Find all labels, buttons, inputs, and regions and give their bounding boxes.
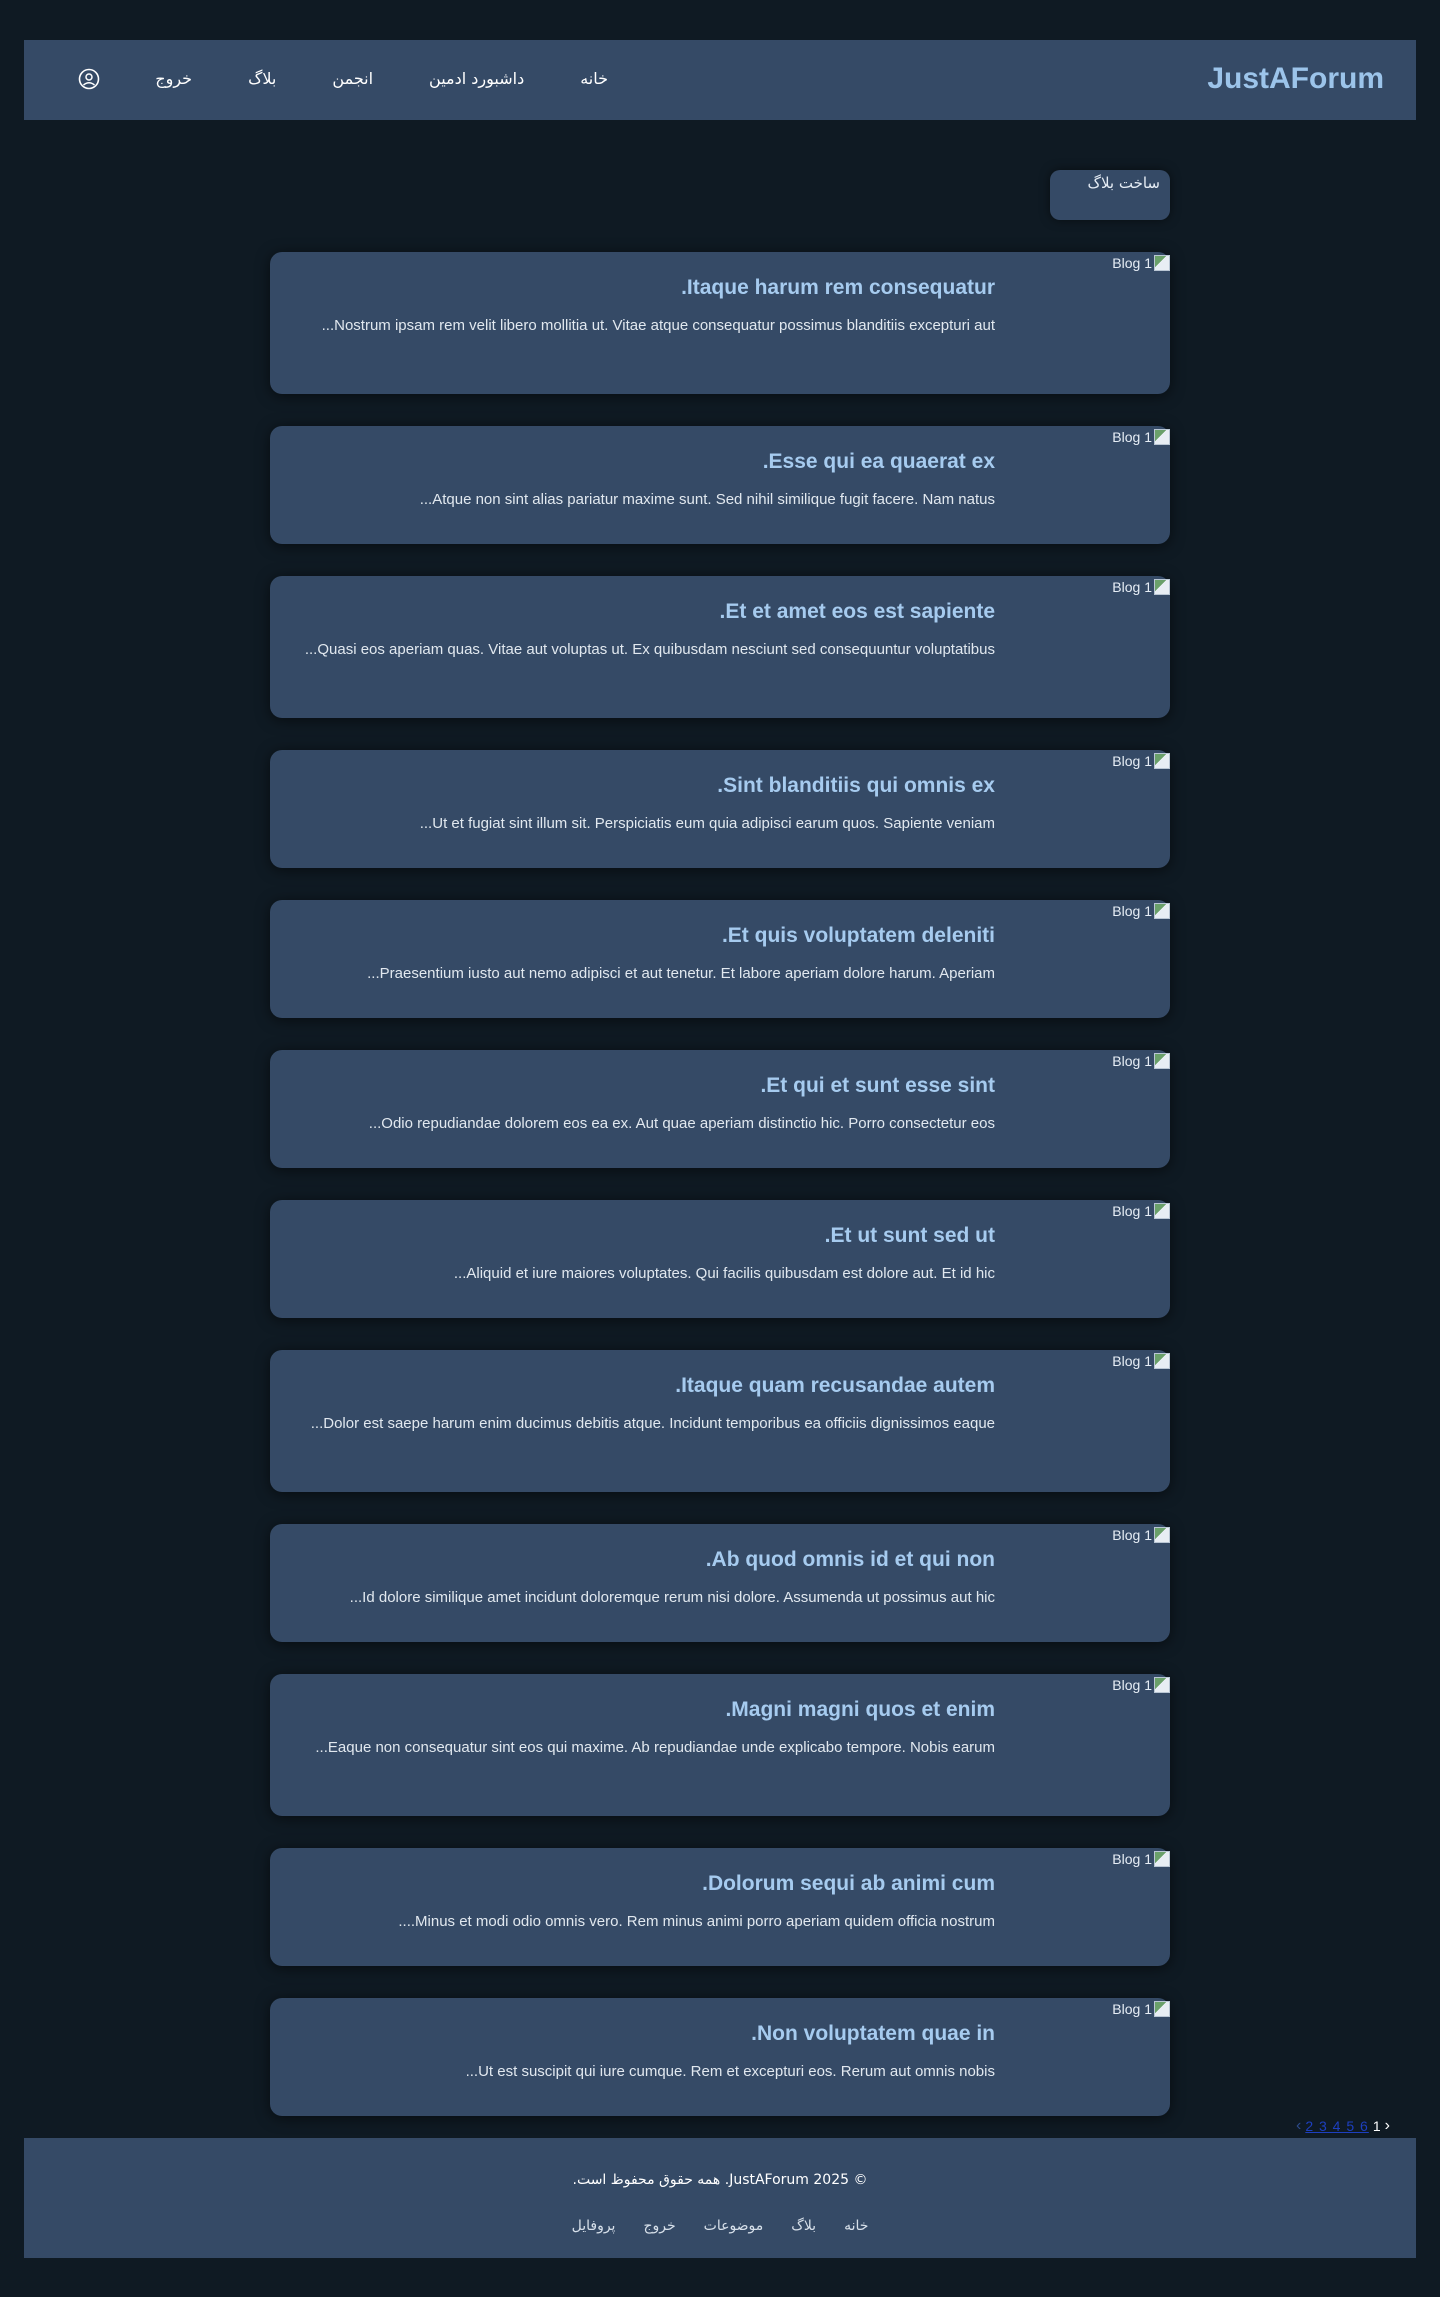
broken-image-icon xyxy=(1154,1203,1170,1219)
post-title[interactable]: Magni magni quos et enim. xyxy=(295,1696,995,1724)
blog-post-list: Blog 1 Itaque harum rem consequatur. Nos… xyxy=(270,252,1170,2148)
blog-image-alt: Blog 1 xyxy=(1112,1353,1152,1369)
post-excerpt: Id dolore similique amet incidunt dolore… xyxy=(349,1589,995,1606)
post-title[interactable]: Et quis voluptatem deleniti. xyxy=(295,922,995,950)
post-title[interactable]: Et ut sunt sed ut. xyxy=(295,1222,995,1250)
blog-image-alt: Blog 1 xyxy=(1112,1527,1152,1543)
blog-image: Blog 1 xyxy=(1112,426,1170,448)
blog-image: Blog 1 xyxy=(1112,1524,1170,1546)
blog-image-alt: Blog 1 xyxy=(1112,1203,1152,1219)
blog-post-card[interactable]: Blog 1 Sint blanditiis qui omnis ex. Ut … xyxy=(270,750,1170,868)
post-excerpt: Dolor est saepe harum enim ducimus debit… xyxy=(310,1415,995,1432)
blog-image-alt: Blog 1 xyxy=(1112,1053,1152,1069)
post-title[interactable]: Itaque quam recusandae autem. xyxy=(295,1372,995,1400)
blog-image: Blog 1 xyxy=(1112,750,1170,772)
post-excerpt: Ut et fugiat sint illum sit. Perspiciati… xyxy=(419,815,995,832)
post-title[interactable]: Et qui et sunt esse sint. xyxy=(295,1072,995,1100)
site-header: JustAForum خانه داشبورد ادمین انجمن بلاگ… xyxy=(24,40,1416,120)
main-nav: خانه داشبورد ادمین انجمن بلاگ خروج xyxy=(155,62,608,94)
brand-logo[interactable]: JustAForum xyxy=(1207,62,1384,96)
pagination-prev-button[interactable]: ‹ xyxy=(1296,2117,1301,2135)
post-excerpt: Nostrum ipsam rem velit libero mollitia … xyxy=(321,317,995,334)
blog-image: Blog 1 xyxy=(1112,1674,1170,1696)
blog-post-card[interactable]: Blog 1 Et ut sunt sed ut. Aliquid et iur… xyxy=(270,1200,1170,1318)
broken-image-icon xyxy=(1154,2001,1170,2017)
blog-post-card[interactable]: Blog 1 Esse qui ea quaerat ex. Atque non… xyxy=(270,426,1170,544)
broken-image-icon xyxy=(1154,903,1170,919)
blog-post-card[interactable]: Blog 1 Itaque quam recusandae autem. Dol… xyxy=(270,1350,1170,1492)
broken-image-icon xyxy=(1154,1851,1170,1867)
blog-image: Blog 1 xyxy=(1112,1050,1170,1072)
blog-image: Blog 1 xyxy=(1112,1848,1170,1870)
post-title[interactable]: Et et amet eos est sapiente. xyxy=(295,598,995,626)
broken-image-icon xyxy=(1154,1353,1170,1369)
nav-forum[interactable]: انجمن xyxy=(332,69,373,88)
footer-link-home[interactable]: خانه xyxy=(844,2218,868,2234)
footer-nav: خانه بلاگ موضوعات خروج پروفایل xyxy=(24,2218,1416,2234)
blog-image: Blog 1 xyxy=(1112,1998,1170,2020)
broken-image-icon xyxy=(1154,1677,1170,1693)
blog-post-card[interactable]: Blog 1 Magni magni quos et enim. Eaque n… xyxy=(270,1674,1170,1816)
blog-post-card[interactable]: Blog 1 Ab quod omnis id et qui non. Id d… xyxy=(270,1524,1170,1642)
post-excerpt: Praesentium iusto aut nemo adipisci et a… xyxy=(367,965,995,982)
nav-logout[interactable]: خروج xyxy=(155,69,192,88)
post-title[interactable]: Itaque harum rem consequatur. xyxy=(295,274,995,302)
blog-image-alt: Blog 1 xyxy=(1112,903,1152,919)
post-title[interactable]: Non voluptatem quae in. xyxy=(295,2020,995,2048)
post-title[interactable]: Ab quod omnis id et qui non. xyxy=(295,1546,995,1574)
blog-image-alt: Blog 1 xyxy=(1112,1677,1152,1693)
nav-blog[interactable]: بلاگ xyxy=(248,69,276,88)
post-excerpt: Aliquid et iure maiores voluptates. Qui … xyxy=(453,1265,995,1282)
pagination-next-button[interactable]: › xyxy=(1385,2117,1390,2135)
blog-image-alt: Blog 1 xyxy=(1112,753,1152,769)
broken-image-icon xyxy=(1154,429,1170,445)
blog-image-alt: Blog 1 xyxy=(1112,579,1152,595)
post-excerpt: Minus et modi odio omnis vero. Rem minus… xyxy=(398,1913,995,1930)
blog-post-card[interactable]: Blog 1 Dolorum sequi ab animi cum. Minus… xyxy=(270,1848,1170,1966)
blog-image-alt: Blog 1 xyxy=(1112,2001,1152,2017)
blog-image: Blog 1 xyxy=(1112,576,1170,598)
post-excerpt: Odio repudiandae dolorem eos ea ex. Aut … xyxy=(368,1115,995,1132)
post-excerpt: Atque non sint alias pariatur maxime sun… xyxy=(419,491,995,508)
user-circle-icon[interactable] xyxy=(74,64,104,94)
post-excerpt: Quasi eos aperiam quas. Vitae aut volupt… xyxy=(304,641,995,658)
broken-image-icon xyxy=(1154,255,1170,271)
post-title[interactable]: Dolorum sequi ab animi cum. xyxy=(295,1870,995,1898)
blog-image: Blog 1 xyxy=(1112,900,1170,922)
blog-post-card[interactable]: Blog 1 Et quis voluptatem deleniti. Prae… xyxy=(270,900,1170,1018)
broken-image-icon xyxy=(1154,579,1170,595)
blog-post-card[interactable]: Blog 1 Et qui et sunt esse sint. Odio re… xyxy=(270,1050,1170,1168)
post-excerpt: Ut est suscipit qui iure cumque. Rem et … xyxy=(465,2063,995,2080)
blog-post-card[interactable]: Blog 1 Non voluptatem quae in. Ut est su… xyxy=(270,1998,1170,2116)
nav-home[interactable]: خانه xyxy=(580,69,608,88)
pagination-page-links[interactable]: 2 3 4 5 6 xyxy=(1305,2118,1369,2134)
footer-link-logout[interactable]: خروج xyxy=(643,2218,675,2234)
blog-image: Blog 1 xyxy=(1112,1350,1170,1372)
nav-admin-dashboard[interactable]: داشبورد ادمین xyxy=(429,69,524,88)
broken-image-icon xyxy=(1154,1053,1170,1069)
blog-post-card[interactable]: Blog 1 Et et amet eos est sapiente. Quas… xyxy=(270,576,1170,718)
blog-image: Blog 1 xyxy=(1112,1200,1170,1222)
post-title[interactable]: Esse qui ea quaerat ex. xyxy=(295,448,995,476)
broken-image-icon xyxy=(1154,753,1170,769)
post-excerpt: Eaque non consequatur sint eos qui maxim… xyxy=(315,1739,995,1756)
blog-image: Blog 1 xyxy=(1112,252,1170,274)
footer-link-profile[interactable]: پروفایل xyxy=(572,2218,616,2234)
footer-link-topics[interactable]: موضوعات xyxy=(704,2218,764,2234)
blog-image-alt: Blog 1 xyxy=(1112,429,1152,445)
footer-link-blog[interactable]: بلاگ xyxy=(791,2218,816,2234)
blog-image-alt: Blog 1 xyxy=(1112,1851,1152,1867)
pagination: ‹ 2 3 4 5 6 1 › xyxy=(1296,2114,1390,2138)
create-blog-button[interactable]: ساخت بلاگ xyxy=(1050,170,1170,220)
broken-image-icon xyxy=(1154,1527,1170,1543)
blog-image-alt: Blog 1 xyxy=(1112,255,1152,271)
site-footer: © 2025 JustAForum. همه حقوق محفوظ است. خ… xyxy=(24,2138,1416,2258)
pagination-current-page: 1 xyxy=(1372,2118,1381,2134)
blog-post-card[interactable]: Blog 1 Itaque harum rem consequatur. Nos… xyxy=(270,252,1170,394)
post-title[interactable]: Sint blanditiis qui omnis ex. xyxy=(295,772,995,800)
footer-copyright: © 2025 JustAForum. همه حقوق محفوظ است. xyxy=(572,2172,868,2188)
